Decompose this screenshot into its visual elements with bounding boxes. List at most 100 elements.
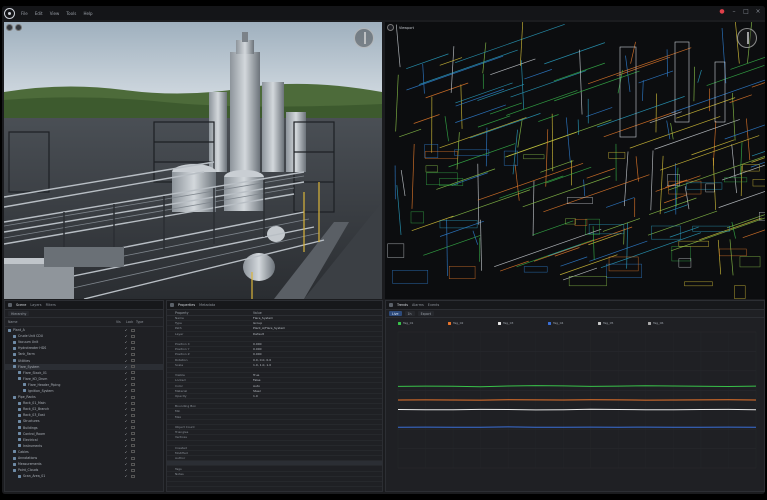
menu-edit[interactable]: Edit xyxy=(35,11,43,16)
lock-checkbox[interactable] xyxy=(131,371,135,375)
visibility-check-icon[interactable]: ✓ xyxy=(121,413,131,417)
tab-filters[interactable]: Filters xyxy=(46,303,56,307)
tab-alarms[interactable]: Alarms xyxy=(412,303,424,307)
property-value[interactable]: 1.0, 1.0, 1.0 xyxy=(253,363,382,367)
navigation-compass-icon[interactable] xyxy=(354,28,374,48)
visibility-check-icon[interactable]: ✓ xyxy=(121,474,131,478)
visibility-check-icon[interactable]: ✓ xyxy=(121,383,131,387)
range-button[interactable]: 1h xyxy=(404,310,415,317)
visibility-check-icon[interactable]: ✓ xyxy=(121,340,131,344)
lock-checkbox[interactable] xyxy=(131,407,135,411)
visibility-check-icon[interactable]: ✓ xyxy=(121,371,131,375)
visibility-check-icon[interactable]: ✓ xyxy=(121,389,131,393)
lock-checkbox[interactable] xyxy=(131,468,135,472)
property-row[interactable] xyxy=(167,487,382,491)
lock-checkbox[interactable] xyxy=(131,419,135,423)
tab-trends[interactable]: Trends xyxy=(397,303,408,307)
visibility-check-icon[interactable]: ✓ xyxy=(121,456,131,460)
property-value[interactable]: False xyxy=(253,378,382,382)
view-mode-icon[interactable] xyxy=(387,24,394,31)
property-value[interactable]: Default xyxy=(253,332,382,336)
legend-item[interactable]: Tag_01 xyxy=(398,321,438,325)
lock-checkbox[interactable] xyxy=(131,340,135,344)
visibility-check-icon[interactable]: ✓ xyxy=(121,377,131,381)
visibility-check-icon[interactable]: ✓ xyxy=(121,401,131,405)
camera-icon[interactable] xyxy=(6,24,13,31)
visibility-check-icon[interactable]: ✓ xyxy=(121,328,131,332)
property-value[interactable]: 1.0 xyxy=(253,394,382,398)
visibility-check-icon[interactable]: ✓ xyxy=(121,432,131,436)
viewport-rendered[interactable] xyxy=(4,22,382,299)
col-lock[interactable]: Lock xyxy=(126,320,136,324)
app-logo-icon[interactable] xyxy=(4,7,15,19)
tab-events[interactable]: Events xyxy=(428,303,439,307)
menu-view[interactable]: View xyxy=(50,11,60,16)
panel-menu-icon[interactable] xyxy=(389,303,393,307)
property-value[interactable]: Group xyxy=(253,321,382,325)
menu-tools[interactable]: Tools xyxy=(66,11,76,16)
visibility-check-icon[interactable]: ✓ xyxy=(121,352,131,356)
col-name[interactable]: Name xyxy=(8,320,116,324)
visibility-check-icon[interactable]: ✓ xyxy=(121,334,131,338)
maximize-icon[interactable]: □ xyxy=(743,9,749,15)
property-value[interactable]: 0.000 xyxy=(253,352,382,356)
lock-checkbox[interactable] xyxy=(131,383,135,387)
menu-help[interactable]: Help xyxy=(83,11,92,16)
series-line[interactable] xyxy=(397,408,757,411)
visibility-check-icon[interactable]: ✓ xyxy=(121,359,131,363)
visibility-check-icon[interactable]: ✓ xyxy=(121,426,131,430)
property-value[interactable]: True xyxy=(253,373,382,377)
lock-checkbox[interactable] xyxy=(131,413,135,417)
visibility-check-icon[interactable]: ✓ xyxy=(121,450,131,454)
lock-checkbox[interactable] xyxy=(131,450,135,454)
lock-checkbox[interactable] xyxy=(131,444,135,448)
property-value[interactable]: Plant_A/Flare_System xyxy=(253,326,382,330)
lock-checkbox[interactable] xyxy=(131,334,135,338)
lock-checkbox[interactable] xyxy=(131,346,135,350)
visibility-check-icon[interactable]: ✓ xyxy=(121,438,131,442)
lock-checkbox[interactable] xyxy=(131,328,135,332)
live-button[interactable]: Live xyxy=(389,310,402,317)
property-value[interactable]: 0.000 xyxy=(253,347,382,351)
property-value[interactable]: Auto xyxy=(253,384,382,388)
visibility-check-icon[interactable]: ✓ xyxy=(121,395,131,399)
export-button[interactable]: Export xyxy=(417,310,435,317)
lock-checkbox[interactable] xyxy=(131,426,135,430)
tab-properties[interactable]: Properties xyxy=(178,303,195,307)
visibility-check-icon[interactable]: ✓ xyxy=(121,462,131,466)
lock-checkbox[interactable] xyxy=(131,462,135,466)
minimize-icon[interactable]: – xyxy=(731,9,737,15)
tree-row[interactable]: Scan_Area_01 ✓ xyxy=(5,473,163,479)
panel-menu-icon[interactable] xyxy=(8,303,12,307)
col-type[interactable]: Type xyxy=(136,320,160,324)
close-icon[interactable]: × xyxy=(755,9,761,15)
navigation-compass-icon[interactable] xyxy=(737,28,757,48)
property-value[interactable]: 0.000 xyxy=(253,342,382,346)
viewport-wireframe[interactable]: Viewport xyxy=(385,22,765,299)
visibility-check-icon[interactable]: ✓ xyxy=(121,419,131,423)
visibility-check-icon[interactable]: ✓ xyxy=(121,346,131,350)
lock-checkbox[interactable] xyxy=(131,395,135,399)
menu-file[interactable]: File xyxy=(21,11,28,16)
settings-icon[interactable] xyxy=(15,24,22,31)
visibility-check-icon[interactable]: ✓ xyxy=(121,407,131,411)
legend-item[interactable]: Tag_04 xyxy=(548,321,588,325)
property-value[interactable]: Flare_System xyxy=(253,316,382,320)
lock-checkbox[interactable] xyxy=(131,456,135,460)
lock-checkbox[interactable] xyxy=(131,389,135,393)
lock-checkbox[interactable] xyxy=(131,438,135,442)
property-value[interactable]: 0.0, 0.0, 0.0 xyxy=(253,358,382,362)
legend-item[interactable]: Tag_02 xyxy=(448,321,488,325)
legend-item[interactable]: Tag_05 xyxy=(598,321,638,325)
visibility-check-icon[interactable]: ✓ xyxy=(121,444,131,448)
lock-checkbox[interactable] xyxy=(131,352,135,356)
col-vis[interactable]: Vis xyxy=(116,320,126,324)
legend-item[interactable]: Tag_03 xyxy=(498,321,538,325)
panel-menu-icon[interactable] xyxy=(170,303,174,307)
lock-checkbox[interactable] xyxy=(131,432,135,436)
tab-scene[interactable]: Scene xyxy=(16,303,26,307)
lock-checkbox[interactable] xyxy=(131,377,135,381)
tab-metadata[interactable]: Metadata xyxy=(199,303,215,307)
lock-checkbox[interactable] xyxy=(131,365,135,369)
tab-hierarchy[interactable]: Hierarchy xyxy=(8,310,30,317)
